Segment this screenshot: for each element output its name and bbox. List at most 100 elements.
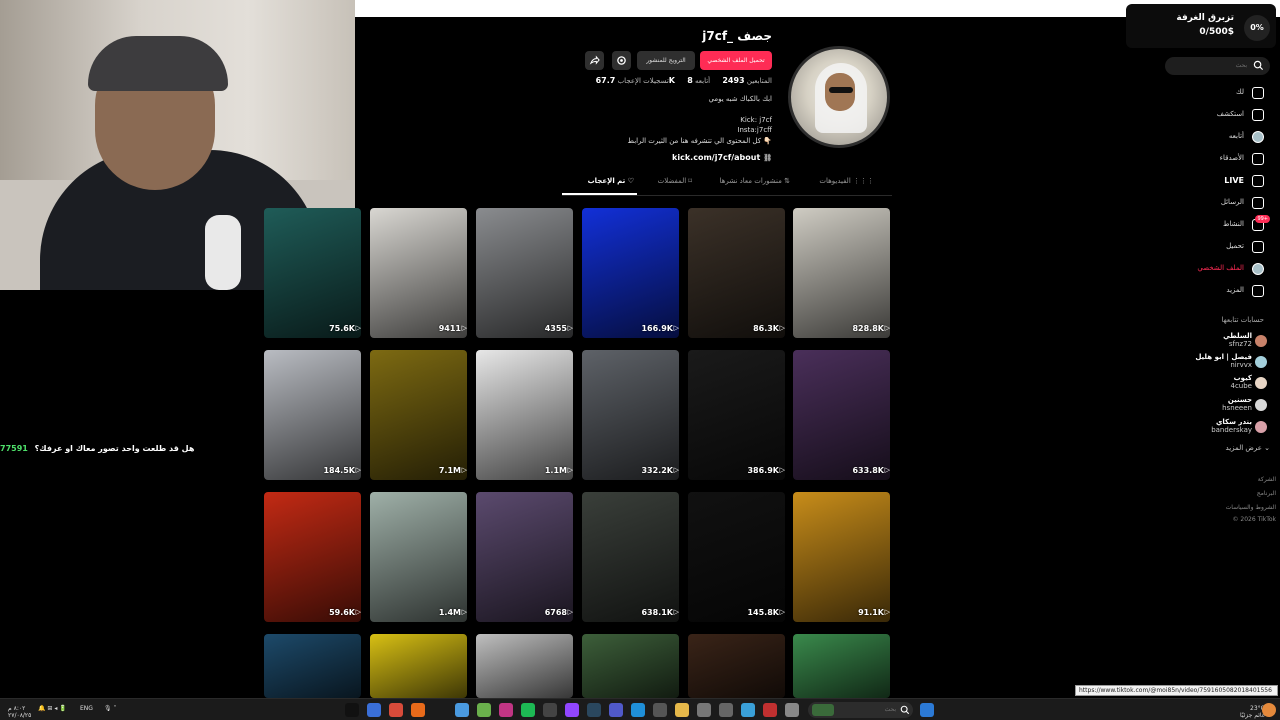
sidebar-item-friends[interactable]: الأصدقاء	[1170, 152, 1270, 166]
sidebar-item-label: لك	[1235, 88, 1244, 96]
video-tile[interactable]: 184.5K ▷	[264, 350, 361, 480]
firefox-icon[interactable]	[411, 703, 425, 717]
show-more-link[interactable]: عرض المزيد ⌄	[1180, 444, 1270, 452]
footer-link-terms[interactable]: الشروط والسياسات	[1190, 504, 1276, 511]
following-stat[interactable]: أتابعه 8	[685, 76, 710, 85]
video-view-count: 1.4M	[438, 608, 461, 617]
video-tile[interactable]: 59.6K ▷	[264, 492, 361, 622]
video-tile[interactable]: 1.4M ▷	[370, 492, 467, 622]
play-icon: ▷	[355, 324, 361, 332]
taskbar-search[interactable]	[808, 702, 913, 718]
weather-widget[interactable]: 23°C غائم جزئيًا	[1240, 705, 1265, 719]
sidebar-item-live[interactable]: LIVE	[1170, 174, 1270, 188]
tab-videos[interactable]: الفيديوهات ⋮⋮⋮	[819, 177, 874, 185]
app-icon[interactable]	[785, 703, 799, 717]
video-tile[interactable]: 91.1K ▷	[793, 492, 890, 622]
video-tile[interactable]	[370, 634, 467, 698]
play-icon: ▷	[567, 466, 573, 474]
video-tile[interactable]: 75.6K ▷	[264, 208, 361, 338]
twitch-icon[interactable]	[565, 703, 579, 717]
sidebar-item-more[interactable]: المزيد	[1170, 284, 1270, 298]
video-tile[interactable]: 332.2K ▷	[582, 350, 679, 480]
windows-start-icon[interactable]	[920, 703, 934, 717]
video-tile[interactable]: 1.1M ▷	[476, 350, 573, 480]
settings-icon[interactable]	[719, 703, 733, 717]
sidebar-item-avatar[interactable]: أتابعه	[1170, 130, 1270, 144]
video-tile[interactable]: 638.1K ▷	[582, 492, 679, 622]
video-tile[interactable]	[264, 634, 361, 698]
video-tile[interactable]: 9411 ▷	[370, 208, 467, 338]
avatar-icon	[1252, 131, 1264, 143]
tray-icons[interactable]: 🔔 ⊞ ◂ 🔋	[38, 705, 67, 712]
following-account[interactable]: كيوب 4cube	[1180, 374, 1270, 394]
account-name: فيصل | ابو هليل	[1195, 353, 1252, 361]
spotify-icon[interactable]	[521, 703, 535, 717]
chrome-icon[interactable]	[455, 703, 469, 717]
chat-user-id: 77591	[0, 444, 28, 453]
app-icon[interactable]	[697, 703, 711, 717]
followers-stat[interactable]: المتابعين 2493	[720, 76, 772, 85]
video-tile[interactable]: 145.8K ▷	[688, 492, 785, 622]
video-tile[interactable]: 166.9K ▷	[582, 208, 679, 338]
search-input[interactable]	[1169, 60, 1247, 72]
footer-link-program[interactable]: البرنامج	[1190, 490, 1276, 497]
following-account[interactable]: بندر سكاي banderskay	[1180, 418, 1270, 438]
teams-icon[interactable]	[609, 703, 623, 717]
calculator-icon[interactable]	[653, 703, 667, 717]
profile-avatar[interactable]	[788, 46, 890, 148]
video-tile[interactable]: 7.1M ▷	[370, 350, 467, 480]
tab-liked[interactable]: تم الإعجاب ♡	[588, 177, 634, 185]
promote-button[interactable]: الترويج للمنشور	[637, 51, 695, 70]
language-indicator[interactable]: ENG	[80, 705, 93, 712]
clock[interactable]: ٨:٠٢ م ٢٧/٠٨/٢٥	[8, 705, 31, 719]
video-tile[interactable]	[582, 634, 679, 698]
sidebar-item-home[interactable]: لك	[1170, 86, 1270, 100]
tray-mic-and-chevron[interactable]: 🎙 ˄	[104, 705, 117, 712]
tab-reposts[interactable]: منشورات معاد نشرها ⇅	[720, 177, 790, 185]
tab-favorites[interactable]: المفضلات ⌑	[658, 177, 692, 185]
video-tile[interactable]: 386.9K ▷	[688, 350, 785, 480]
video-tile[interactable]	[476, 634, 573, 698]
sidebar-item-profile[interactable]: الملف الشخصي	[1170, 262, 1270, 276]
following-account[interactable]: السلطي sfnz72	[1180, 332, 1270, 352]
video-tile[interactable]	[793, 634, 890, 698]
grid-icon: ⋮⋮⋮	[853, 177, 874, 185]
account-handle: banderskay	[1211, 426, 1252, 434]
app-icon[interactable]	[763, 703, 777, 717]
webcam-person-cap	[88, 36, 228, 91]
profile-link[interactable]: kick.com/j7cf/about ⛓	[560, 153, 772, 162]
app-icon[interactable]	[477, 703, 491, 717]
footer-link-company[interactable]: الشركة	[1190, 476, 1276, 483]
chrome-icon[interactable]	[389, 703, 403, 717]
share-button[interactable]	[585, 51, 604, 70]
sidebar-item-upload[interactable]: تحميل	[1170, 240, 1270, 254]
app-icon[interactable]	[367, 703, 381, 717]
sidebar-item-inbox[interactable]: النشاط 99+	[1170, 215, 1270, 232]
sidebar-item-compass[interactable]: استكشف	[1170, 108, 1270, 122]
app-icon[interactable]	[741, 703, 755, 717]
video-tile[interactable]: 828.8K ▷	[793, 208, 890, 338]
steam-icon[interactable]	[587, 703, 601, 717]
sidebar-item-label: استكشف	[1216, 110, 1244, 118]
follow-button[interactable]: تحميل الملف الشخصي	[700, 51, 772, 70]
following-account[interactable]: فيصل | ابو هليل nirvvx	[1180, 353, 1270, 373]
edge-icon[interactable]	[631, 703, 645, 717]
instagram-icon[interactable]	[499, 703, 513, 717]
followers-label: المتابعين	[746, 77, 772, 85]
video-tile[interactable]: 633.8K ▷	[793, 350, 890, 480]
taskbar-search-input[interactable]	[838, 704, 896, 716]
sidebar-item-send[interactable]: الرسائل	[1170, 196, 1270, 210]
avatar	[1255, 335, 1267, 347]
search-box[interactable]	[1165, 57, 1270, 75]
compass-icon	[1252, 109, 1264, 121]
app-icon[interactable]	[543, 703, 557, 717]
search-icon[interactable]	[1253, 60, 1264, 71]
settings-button[interactable]	[612, 51, 631, 70]
folder-icon[interactable]	[675, 703, 689, 717]
video-tile[interactable]: 86.3K ▷	[688, 208, 785, 338]
video-tile[interactable]: 6768 ▷	[476, 492, 573, 622]
following-account[interactable]: حسنين hsneeen	[1180, 396, 1270, 416]
video-tile[interactable]	[688, 634, 785, 698]
video-tile[interactable]: 4355 ▷	[476, 208, 573, 338]
tiktok-icon[interactable]	[345, 703, 359, 717]
